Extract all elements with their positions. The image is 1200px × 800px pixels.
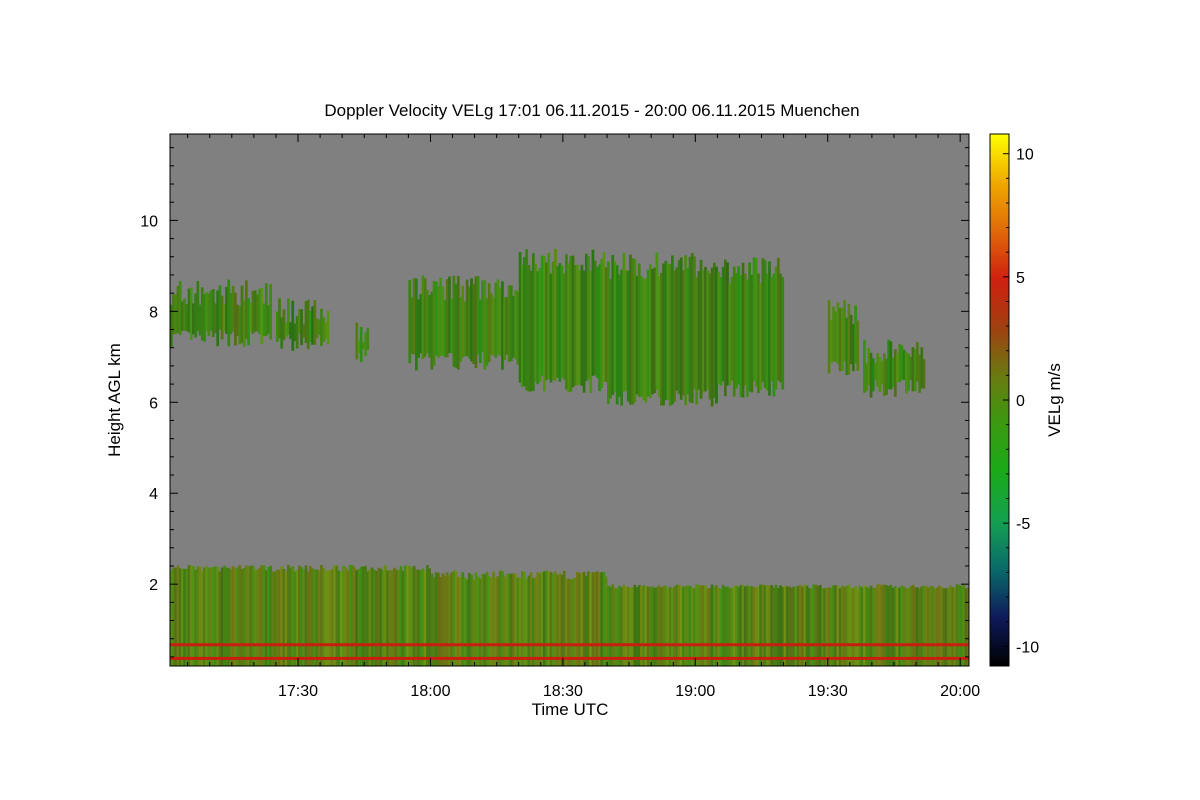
y-tick-label: 6 (149, 395, 158, 412)
y-tick-label: 4 (149, 486, 158, 503)
surface-band (170, 643, 969, 647)
cloud-echo (366, 327, 370, 351)
cloud-echo (326, 310, 330, 345)
cloud-echo (922, 359, 926, 389)
x-tick-label: 19:00 (675, 683, 715, 700)
chart-title: Doppler Velocity VELg 17:01 06.11.2015 -… (324, 101, 859, 120)
colorbar-label: VELg m/s (1045, 363, 1064, 437)
colorbar-tick-label: -5 (1016, 516, 1030, 533)
cloud-echo (269, 284, 273, 340)
colorbar-tick-label: 0 (1016, 393, 1025, 410)
cloud-echo (781, 277, 785, 390)
colorbar: -10 -5 0 5 10 VELg m/s (989, 133, 1064, 667)
x-axis-label: Time UTC (532, 700, 609, 719)
colorbar-tick-label: 10 (1016, 147, 1034, 164)
y-tick-label: 10 (140, 213, 158, 230)
x-tick-label: 18:00 (410, 683, 450, 700)
colorbar-tick-label: -10 (1016, 639, 1039, 656)
x-tick-label: 20:00 (940, 683, 980, 700)
x-tick-label: 19:30 (808, 683, 848, 700)
surface-band (170, 656, 969, 660)
y-tick-label: 8 (149, 304, 158, 321)
x-tick-label: 17:30 (278, 683, 318, 700)
y-tick-label: 2 (149, 577, 158, 594)
plot-area (169, 133, 970, 667)
x-tick-label: 18:30 (543, 683, 583, 700)
colorbar-tick-label: 5 (1016, 270, 1025, 287)
cloud-echo (856, 320, 860, 371)
chart-figure: Doppler Velocity VELg 17:01 06.11.2015 -… (105, 101, 1064, 719)
y-axis-label: Height AGL km (105, 343, 124, 457)
